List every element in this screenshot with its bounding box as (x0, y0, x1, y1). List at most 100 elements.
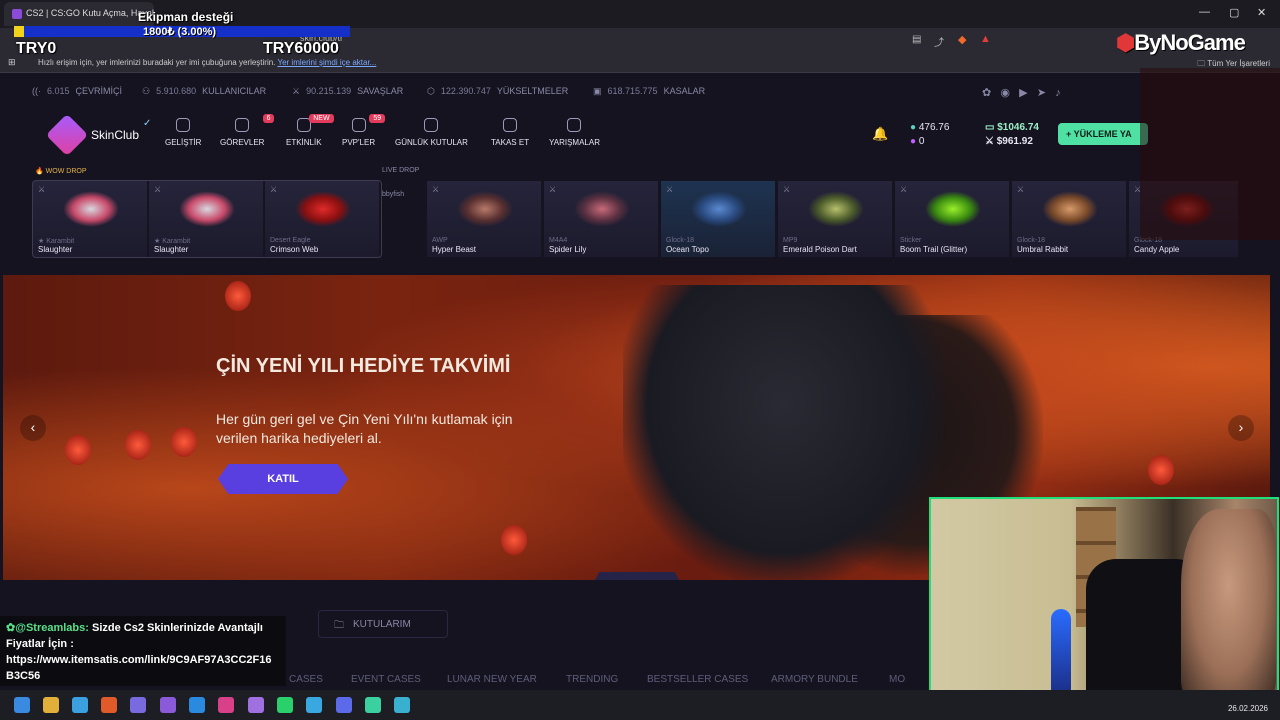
instagram-icon[interactable] (218, 697, 234, 713)
skinclub-logo-text[interactable]: SkinClub (91, 128, 139, 142)
pvp-balance-icon: ⚔ (985, 136, 997, 147)
drop-type: Glock-18 (1017, 237, 1046, 244)
skinclub-logo-icon[interactable] (45, 113, 89, 157)
all-bookmarks-label: Tüm Yer İşaretleri (1207, 59, 1270, 68)
category-tab[interactable]: TRENDING (566, 674, 618, 685)
discord-icon[interactable]: ◉ (1000, 87, 1010, 99)
main-balance[interactable]: ▭ $1046.74 (985, 122, 1039, 133)
live-drop-item[interactable]: ⚔ MP9 Emerald Poison Dart (778, 181, 893, 257)
streamlabs-text: Fiyatlar İçin : (6, 638, 74, 650)
streamlabs-icon: ✿ (6, 622, 16, 634)
skin-image (457, 191, 513, 227)
drop-source-icon: ⚔ (432, 185, 440, 194)
drop-type: Sticker (900, 237, 922, 244)
drop-name: Hyper Beast (432, 245, 477, 254)
apps-grid-icon[interactable]: ⊞ (8, 57, 16, 68)
app-icon[interactable] (130, 697, 146, 713)
donation-title: Ekipman desteği (138, 10, 234, 24)
tiktok-icon[interactable]: ♪ (1055, 87, 1061, 99)
category-tab[interactable]: BESTSELLER CASES (647, 674, 748, 685)
stat-users: ⚇ 5.910.680 KULLANICILAR (142, 86, 267, 96)
youtube-icon[interactable]: ▶ (1019, 87, 1027, 99)
import-bookmarks-link[interactable]: Yer imlerini şimdi içe aktar... (277, 58, 376, 67)
plus-icon: + (1066, 129, 1074, 139)
live-drop-item[interactable]: ⚔ Glock-18 Ocean Topo (661, 181, 776, 257)
hero-prev-button[interactable]: ‹ (20, 415, 46, 441)
stat-upgrades: ⬡ 122.390.747 YÜKSELTMELER (427, 86, 569, 96)
streamlabs-text: Sizde Cs2 Skinlerinizde Avantajlı (88, 622, 263, 634)
start-icon[interactable] (14, 697, 30, 713)
drop-name: Umbral Rabbit (1017, 245, 1069, 254)
bell-icon[interactable]: 🔔 (872, 126, 888, 142)
vscode-icon[interactable] (189, 697, 205, 713)
nav-trade[interactable]: TAKAS ET (491, 118, 529, 147)
drop-source-icon: ⚔ (549, 185, 557, 194)
explorer-icon[interactable] (43, 697, 59, 713)
nav-contests[interactable]: YARIŞMALAR (549, 118, 600, 147)
join-button[interactable]: KATIL (218, 464, 348, 494)
telegram-icon[interactable] (306, 697, 322, 713)
discord-icon[interactable] (336, 697, 352, 713)
close-button[interactable]: ✕ (1257, 6, 1266, 19)
drop-type: AWP (432, 237, 448, 244)
gems-balance[interactable]: ● 0 (910, 136, 924, 147)
category-tab[interactable]: CASES (289, 674, 323, 685)
trade-icon (503, 118, 518, 132)
category-tab[interactable]: EVENT CASES (351, 674, 421, 685)
minimize-button[interactable]: — (1199, 6, 1210, 18)
deposit-button[interactable]: + YÜKLEME YA (1058, 123, 1148, 145)
chair-light (1051, 609, 1071, 698)
photos-icon[interactable] (72, 697, 88, 713)
community-icon[interactable]: ✿ (982, 87, 991, 99)
my-cases-button[interactable]: 🗀 KUTULARIM (318, 610, 448, 638)
skin-image (925, 191, 981, 227)
live-drop-user: bbyfish (382, 191, 405, 198)
nav-pvp[interactable]: PVP'LER 59 (342, 114, 386, 147)
lantern-decoration (125, 430, 151, 460)
drop-source-icon: ⚔ (1017, 185, 1025, 194)
skin-image (1042, 191, 1098, 227)
reader-icon[interactable]: ▤ (912, 34, 921, 45)
live-drop-item[interactable]: ⚔ Glock-18 Umbral Rabbit (1012, 181, 1127, 257)
visual-studio-icon[interactable] (160, 697, 176, 713)
upgrade-icon: ⬡ (427, 86, 435, 96)
notepad-icon[interactable] (394, 697, 410, 713)
sub-balance[interactable]: ⚔ $961.92 (985, 136, 1033, 147)
category-tab[interactable]: MO (889, 674, 905, 685)
brave-icon[interactable] (101, 697, 117, 713)
favicon-icon (12, 9, 22, 19)
skin-image (691, 191, 747, 227)
category-tab[interactable]: ARMORY BUNDLE (771, 674, 858, 685)
spotify-icon[interactable] (277, 697, 293, 713)
browser-tab[interactable]: CS2 | CS:GO Kutu Açma, Havalı (4, 2, 154, 26)
maximize-button[interactable]: ▢ (1229, 6, 1239, 19)
drop-name: Spider Lily (549, 245, 587, 254)
hero-subtitle: Her gün geri gel ve Çin Yeni Yılı'nı kut… (216, 411, 513, 446)
brave-shield-icon[interactable]: ◆ (958, 33, 966, 46)
streamlabs-link: https://www.itemsatis.com/link/9C9AF97A3… (6, 654, 272, 666)
streamer-face (1181, 509, 1276, 698)
webcam-overlay (929, 497, 1279, 700)
nav-upgrade[interactable]: GELİŞTİR (165, 118, 201, 147)
game-icon[interactable] (365, 697, 381, 713)
live-drop-item[interactable]: ⚔ Sticker Boom Trail (Glitter) (895, 181, 1010, 257)
live-drop-item[interactable]: ⚔ AWP Hyper Beast (427, 181, 542, 257)
donation-progress-fill (14, 26, 25, 37)
nav-event[interactable]: ETKİNLİK NEW (286, 114, 334, 147)
stat-cases: ▣ 618.715.775 KASALAR (593, 86, 706, 96)
missions-badge: 6 (262, 114, 275, 123)
hero-next-button[interactable]: › (1228, 415, 1254, 441)
drop-source-icon: ⚔ (783, 185, 791, 194)
nav-daily-cases[interactable]: GÜNLÜK KUTULAR (395, 118, 468, 147)
coins-balance[interactable]: ● 476.76 (910, 122, 949, 133)
rewards-icon[interactable]: ▲ (980, 33, 991, 45)
live-drop-item[interactable]: ⚔ M4A4 Spider Lily (544, 181, 659, 257)
drop-source-icon: ⚔ (900, 185, 908, 194)
category-tab[interactable]: LUNAR NEW YEAR (447, 674, 537, 685)
telegram-icon[interactable]: ➤ (1037, 87, 1046, 99)
share-icon[interactable]: ⤴ (934, 34, 944, 49)
social-icons: ✿ ◉ ▶ ➤ ♪ (982, 86, 1061, 99)
pen-icon[interactable] (248, 697, 264, 713)
sponsor-ad-overlay (1140, 68, 1280, 240)
nav-missions[interactable]: GÖREVLER 6 (220, 114, 275, 147)
